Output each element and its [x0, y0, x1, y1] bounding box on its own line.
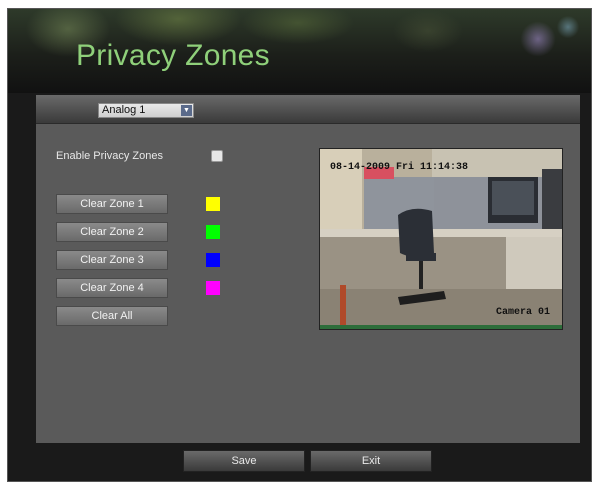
clear-zone-2-button[interactable]: Clear Zone 2	[56, 222, 168, 242]
clear-zone-3-button[interactable]: Clear Zone 3	[56, 250, 168, 270]
camera-timestamp: 08-14-2009 Fri 11:14:38	[330, 162, 469, 173]
zone-4-color-swatch	[206, 281, 220, 295]
chevron-down-icon[interactable]: ▼	[181, 105, 192, 116]
clear-all-button[interactable]: Clear All	[56, 306, 168, 326]
camera-select[interactable]: Analog 1 ▼	[98, 103, 194, 118]
save-button[interactable]: Save	[183, 450, 305, 472]
camera-name-label: Camera 01	[496, 307, 551, 318]
zone-2-color-swatch	[206, 225, 220, 239]
enable-privacy-zones-label: Enable Privacy Zones	[56, 150, 163, 162]
zone-3-color-swatch	[206, 253, 220, 267]
settings-panel: Analog 1 ▼ Enable Privacy Zones Clear Zo…	[36, 95, 580, 443]
page-title: Privacy Zones	[76, 39, 270, 72]
exit-button[interactable]: Exit	[310, 450, 432, 472]
header-banner: Privacy Zones	[8, 9, 591, 93]
clear-zone-1-button[interactable]: Clear Zone 1	[56, 194, 168, 214]
privacy-zones-window: Privacy Zones Analog 1 ▼ Enable Privacy …	[7, 8, 592, 482]
camera-preview[interactable]: 08-14-2009 Fri 11:14:38 Camera 01	[319, 148, 563, 330]
zone-1-color-swatch	[206, 197, 220, 211]
enable-privacy-zones-checkbox[interactable]	[211, 150, 223, 162]
camera-select-value: Analog 1	[102, 104, 146, 116]
panel-header: Analog 1 ▼	[36, 95, 580, 124]
office-scene-image	[320, 149, 562, 329]
clear-zone-4-button[interactable]: Clear Zone 4	[56, 278, 168, 298]
